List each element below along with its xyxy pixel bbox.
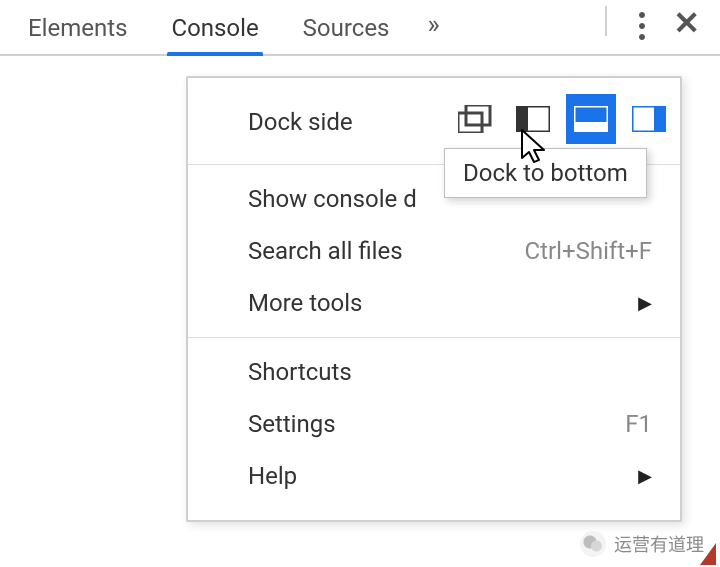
dock-bottom-button[interactable] bbox=[566, 94, 616, 144]
tab-elements[interactable]: Elements bbox=[6, 14, 149, 54]
cursor-icon bbox=[520, 128, 548, 166]
menu-label: Help bbox=[248, 462, 297, 490]
tabbar-divider bbox=[605, 6, 607, 36]
dock-side-options bbox=[450, 94, 674, 144]
menu-item-more-tools[interactable]: More tools ▶ bbox=[188, 277, 680, 329]
menu-item-shortcuts[interactable]: Shortcuts bbox=[188, 346, 680, 398]
kebab-icon bbox=[639, 12, 645, 40]
dock-right-button[interactable] bbox=[624, 94, 674, 144]
watermark: 运营有道理 bbox=[580, 531, 704, 557]
devtools-tabbar: Elements Console Sources » ✕ bbox=[0, 0, 720, 56]
menu-label: Show console d bbox=[248, 185, 417, 213]
chevron-right-icon: ▶ bbox=[638, 466, 652, 487]
menu-item-search-files[interactable]: Search all files Ctrl+Shift+F bbox=[188, 225, 680, 277]
menu-label: Settings bbox=[248, 410, 336, 438]
tabs-overflow-button[interactable]: » bbox=[411, 10, 455, 54]
tab-sources[interactable]: Sources bbox=[281, 14, 412, 54]
undock-icon bbox=[458, 105, 492, 133]
tab-console[interactable]: Console bbox=[149, 14, 280, 54]
menu-separator bbox=[188, 337, 680, 338]
corner-triangle-icon bbox=[700, 543, 716, 565]
dock-side-label: Dock side bbox=[248, 108, 353, 136]
dock-bottom-icon bbox=[574, 106, 608, 132]
chevron-right-icon: ▶ bbox=[638, 293, 652, 314]
menu-label: More tools bbox=[248, 289, 362, 317]
menu-item-help[interactable]: Help ▶ bbox=[188, 450, 680, 502]
dock-undock-button[interactable] bbox=[450, 94, 500, 144]
shortcut-text: F1 bbox=[625, 410, 652, 438]
menu-item-settings[interactable]: Settings F1 bbox=[188, 398, 680, 450]
menu-button[interactable] bbox=[625, 0, 659, 54]
menu-label: Shortcuts bbox=[248, 358, 352, 386]
shortcut-text: Ctrl+Shift+F bbox=[525, 237, 652, 265]
close-icon: ✕ bbox=[673, 4, 700, 42]
close-button[interactable]: ✕ bbox=[659, 12, 714, 54]
menu-label: Search all files bbox=[248, 237, 403, 265]
wechat-icon bbox=[580, 531, 606, 557]
options-menu: Dock side bbox=[186, 76, 682, 522]
watermark-text: 运营有道理 bbox=[614, 531, 704, 557]
dock-right-icon bbox=[632, 106, 666, 132]
